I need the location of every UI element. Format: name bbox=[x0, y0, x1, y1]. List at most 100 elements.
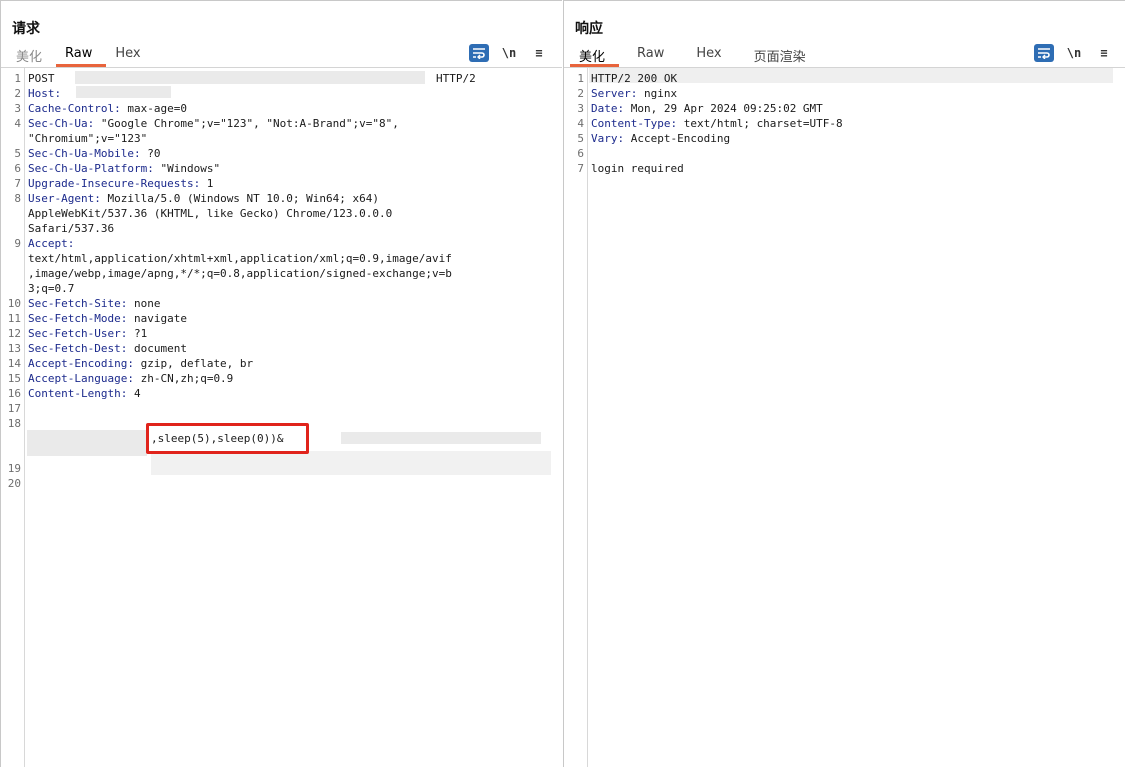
code-line: 6 bbox=[564, 146, 1125, 161]
line-text: "Chromium";v="123" bbox=[28, 131, 147, 146]
line-text: Sec-Fetch-Dest: document bbox=[28, 341, 187, 356]
line-number: 5 bbox=[577, 132, 584, 145]
header-value: ?1 bbox=[127, 327, 148, 340]
word-wrap-button[interactable] bbox=[1034, 44, 1054, 62]
redacted-host bbox=[76, 86, 171, 98]
line-text: AppleWebKit/537.36 (KHTML, like Gecko) C… bbox=[28, 206, 392, 221]
header-value: Mozilla/5.0 (Windows NT 10.0; Win64; x64… bbox=[100, 192, 380, 205]
header-name: Sec-Fetch-Mode: bbox=[28, 312, 128, 325]
line-text: Accept-Language: zh-CN,zh;q=0.9 bbox=[28, 371, 233, 386]
code-line: 20 bbox=[1, 476, 562, 491]
code-line: 5 Vary: Accept-Encoding bbox=[564, 131, 1125, 146]
header-value: navigate bbox=[127, 312, 187, 325]
header-value: HTTP/2 200 OK bbox=[591, 72, 678, 85]
header-name: Cache-Control: bbox=[28, 102, 121, 115]
line-text: Upgrade-Insecure-Requests: 1 bbox=[28, 176, 213, 191]
tab-hex[interactable]: Hex bbox=[678, 41, 735, 67]
redacted-url bbox=[75, 71, 425, 84]
request-tabs: 美化 Raw Hex bbox=[7, 41, 155, 67]
header-value: "Windows" bbox=[153, 162, 221, 175]
line-text: text/html,application/xhtml+xml,applicat… bbox=[28, 251, 452, 266]
tab-hex[interactable]: Hex bbox=[106, 41, 154, 67]
header-name: Accept-Language: bbox=[28, 372, 134, 385]
line-text: HTTP/2 bbox=[436, 71, 476, 86]
redacted-body-line2 bbox=[151, 451, 551, 475]
redacted-body-suffix bbox=[341, 432, 541, 444]
code-line: text/html,application/xhtml+xml,applicat… bbox=[1, 251, 562, 266]
show-newlines-button[interactable]: \n bbox=[499, 44, 519, 62]
code-line: 1 HTTP/2 200 OK bbox=[564, 71, 1125, 86]
tab-render[interactable]: 页面渲染 bbox=[736, 41, 820, 67]
code-line: 6 Sec-Ch-Ua-Platform: "Windows" bbox=[1, 161, 562, 176]
line-number: 15 bbox=[7, 372, 21, 385]
header-value: "Chromium";v="123" bbox=[28, 132, 148, 145]
header-name: Server: bbox=[591, 87, 638, 100]
menu-button[interactable]: ≡ bbox=[1094, 44, 1114, 62]
tab-raw[interactable]: Raw bbox=[56, 41, 107, 67]
tab-raw[interactable]: Raw bbox=[619, 41, 678, 67]
response-pane: 响应 美化 Raw Hex 页面渲染 \n ≡ 1 HTTP/2 200 OK 2 S… bbox=[563, 0, 1125, 767]
code-line: 10 Sec-Fetch-Site: none bbox=[1, 296, 562, 311]
code-line: 13 Sec-Fetch-Dest: document bbox=[1, 341, 562, 356]
response-title: 响应 bbox=[575, 21, 603, 37]
header-value: ,image/webp,image/apng,*/*;q=0.8,applica… bbox=[28, 267, 452, 280]
line-number: 6 bbox=[14, 162, 21, 175]
header-value: AppleWebKit/537.36 (KHTML, like Gecko) C… bbox=[28, 207, 393, 220]
header-name: Accept: bbox=[28, 237, 75, 250]
word-wrap-button[interactable] bbox=[469, 44, 489, 62]
header-name: Sec-Ch-Ua: bbox=[28, 117, 95, 130]
code-line: "Chromium";v="123" bbox=[1, 131, 562, 146]
tab-pretty[interactable]: 美化 bbox=[7, 41, 56, 67]
line-number: 2 bbox=[14, 87, 21, 100]
line-text: Accept-Encoding: gzip, deflate, br bbox=[28, 356, 253, 371]
header-value: max-age=0 bbox=[120, 102, 187, 115]
code-line: 17 bbox=[1, 401, 562, 416]
line-number: 18 bbox=[7, 417, 21, 430]
response-editor[interactable]: 1 HTTP/2 200 OK 2 Server: nginx 3 Date: Mon, … bbox=[564, 68, 1125, 767]
line-number: 20 bbox=[7, 477, 21, 490]
line-number: 3 bbox=[577, 102, 584, 115]
header-name: Sec-Ch-Ua-Platform: bbox=[28, 162, 154, 175]
line-number: 9 bbox=[14, 237, 21, 250]
header-name: Sec-Fetch-User: bbox=[28, 327, 128, 340]
line-number: 7 bbox=[14, 177, 21, 190]
line-text: Content-Type: text/html; charset=UTF-8 bbox=[591, 116, 843, 131]
header-name: Vary: bbox=[591, 132, 625, 145]
line-text: login required bbox=[591, 161, 684, 176]
header-value: "Google Chrome";v="123", "Not:A-Brand";v… bbox=[94, 117, 399, 130]
header-value: Safari/537.36 bbox=[28, 222, 115, 235]
tab-pretty[interactable]: 美化 bbox=[570, 41, 620, 67]
header-value: gzip, deflate, br bbox=[133, 357, 254, 370]
header-value: 3;q=0.7 bbox=[28, 282, 75, 295]
code-line: 7 Upgrade-Insecure-Requests: 1 bbox=[1, 176, 562, 191]
response-toolbar: \n ≡ bbox=[1034, 44, 1114, 62]
header-name: Host: bbox=[28, 87, 62, 100]
line-number: 19 bbox=[7, 462, 21, 475]
line-number: 17 bbox=[7, 402, 21, 415]
code-line: 2 Server: nginx bbox=[564, 86, 1125, 101]
line-text: Safari/537.36 bbox=[28, 221, 114, 236]
header-name: Sec-Fetch-Site: bbox=[28, 297, 128, 310]
line-text: Host: bbox=[28, 86, 61, 101]
line-text: Accept: bbox=[28, 236, 74, 251]
code-line: 9 Accept: bbox=[1, 236, 562, 251]
line-number: 2 bbox=[577, 87, 584, 100]
header-name: Content-Type: bbox=[591, 117, 678, 130]
menu-button[interactable]: ≡ bbox=[529, 44, 549, 62]
line-text: Sec-Ch-Ua: "Google Chrome";v="123", "Not… bbox=[28, 116, 399, 131]
header-value: text/html; charset=UTF-8 bbox=[677, 117, 843, 130]
header-name: Accept-Encoding: bbox=[28, 357, 134, 370]
line-text: Content-Length: 4 bbox=[28, 386, 141, 401]
show-newlines-button[interactable]: \n bbox=[1064, 44, 1084, 62]
line-number: 1 bbox=[577, 72, 584, 85]
request-editor[interactable]: 1 POST HTTP/2 2 Host: 3 Cache-Control: max-age… bbox=[1, 68, 562, 767]
header-value: login required bbox=[591, 162, 684, 175]
code-line: 14 Accept-Encoding: gzip, deflate, br bbox=[1, 356, 562, 371]
code-line: 15 Accept-Language: zh-CN,zh;q=0.9 bbox=[1, 371, 562, 386]
header-value: 1 bbox=[200, 177, 214, 190]
code-line: 3 Cache-Control: max-age=0 bbox=[1, 101, 562, 116]
line-number: 4 bbox=[577, 117, 584, 130]
header-value: Accept-Encoding bbox=[624, 132, 731, 145]
request-pane: 请求 美化 Raw Hex \n ≡ 1 POST HTTP/2 2 Host: 3 Cac… bbox=[0, 0, 562, 767]
header-value: zh-CN,zh;q=0.9 bbox=[133, 372, 234, 385]
